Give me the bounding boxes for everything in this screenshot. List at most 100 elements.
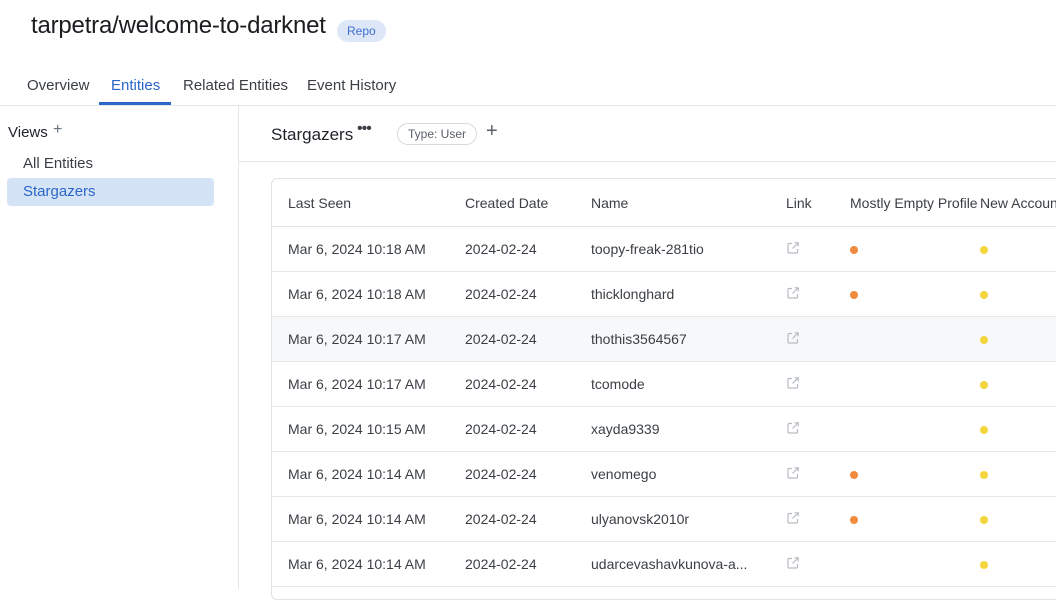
- cell-last-seen: Mar 6, 2024 10:18 AM: [272, 226, 465, 272]
- yellow-dot-icon: [980, 291, 988, 299]
- sidebar-item-all-entities[interactable]: All Entities: [7, 150, 214, 178]
- cell-last-seen: Mar 6, 2024 10:17 AM: [272, 361, 465, 407]
- cell-mostly-empty-profile: [850, 226, 980, 272]
- cell-new-account: [980, 406, 1056, 452]
- cell-link: [786, 226, 850, 272]
- view-toolbar: Stargazers ••• Type: User +: [239, 106, 1056, 162]
- orange-dot-icon: [850, 516, 858, 524]
- external-link-icon[interactable]: [786, 376, 800, 393]
- cell-new-account: [980, 226, 1056, 272]
- orange-dot-icon: [850, 246, 858, 254]
- table-row[interactable]: Mar 6, 2024 10:14 AM 2024-02-24 venomego: [272, 451, 1056, 497]
- view-title: Stargazers: [271, 125, 354, 144]
- cell-last-seen: Mar 6, 2024 10:17 AM: [272, 316, 465, 362]
- cell-mostly-empty-profile: [850, 496, 980, 542]
- yellow-dot-icon: [980, 561, 988, 569]
- page-title: tarpetra/welcome-to-darknet: [31, 12, 326, 39]
- cell-link: [786, 271, 850, 317]
- cell-new-account: [980, 451, 1056, 497]
- yellow-dot-icon: [980, 336, 988, 344]
- active-tab-indicator: [99, 102, 171, 105]
- cell-name[interactable]: toopy-freak-281tio: [591, 226, 786, 272]
- column-header-link[interactable]: Link: [786, 179, 850, 227]
- ellipsis-icon[interactable]: •••: [357, 120, 372, 138]
- cell-mostly-empty-profile: [850, 361, 980, 407]
- tab-entities[interactable]: Entities: [111, 77, 160, 94]
- cell-link: [786, 451, 850, 497]
- cell-last-seen: Mar 6, 2024 10:15 AM: [272, 406, 465, 452]
- external-link-icon[interactable]: [786, 241, 800, 258]
- cell-name[interactable]: xayda9339: [591, 406, 786, 452]
- cell-mostly-empty-profile: [850, 451, 980, 497]
- yellow-dot-icon: [980, 246, 988, 254]
- column-header-mostly-empty-profile[interactable]: Mostly Empty Profile: [850, 179, 980, 227]
- repo-badge: Repo: [337, 20, 386, 42]
- yellow-dot-icon: [980, 516, 988, 524]
- filter-chip[interactable]: Type: User: [397, 123, 478, 145]
- cell-new-account: [980, 496, 1056, 542]
- table-row[interactable]: Mar 6, 2024 10:15 AM 2024-02-24 xayda9339: [272, 406, 1056, 452]
- cell-created-date: 2024-02-24: [465, 226, 591, 272]
- tab-event-history[interactable]: Event History: [307, 77, 396, 94]
- external-link-icon[interactable]: [786, 286, 800, 303]
- cell-mostly-empty-profile: [850, 271, 980, 317]
- external-link-icon[interactable]: [786, 511, 800, 528]
- cell-name[interactable]: venomego: [591, 451, 786, 497]
- tab-bar: Overview Entities Related Entities Event…: [0, 68, 1056, 106]
- cell-created-date: 2024-02-24: [465, 451, 591, 497]
- table-row[interactable]: Mar 6, 2024 10:14 AM 2024-02-24 ulyanovsk2…: [272, 496, 1056, 542]
- cell-created-date: 2024-02-24: [465, 316, 591, 362]
- table-row[interactable]: Mar 6, 2024 10:18 AM 2024-02-24 toopy-frea…: [272, 226, 1056, 272]
- table-row[interactable]: Mar 6, 2024 10:18 AM 2024-02-24 thicklongh…: [272, 271, 1056, 317]
- table-row[interactable]: Mar 6, 2024 10:17 AM 2024-02-24 tcomode: [272, 361, 1056, 407]
- views-sidebar: Views + All Entities Stargazers: [0, 106, 239, 589]
- cell-link: [786, 496, 850, 542]
- external-link-icon[interactable]: [786, 556, 800, 573]
- cell-link: [786, 541, 850, 587]
- views-heading: Views: [8, 124, 48, 141]
- entities-table: Last Seen Created Date Name Link Mostly …: [271, 178, 1056, 600]
- cell-last-seen: Mar 6, 2024 10:14 AM: [272, 496, 465, 542]
- table-row[interactable]: Mar 6, 2024 10:17 AM 2024-02-24 thothis356…: [272, 316, 1056, 362]
- cell-name[interactable]: thothis3564567: [591, 316, 786, 362]
- cell-name[interactable]: ulyanovsk2010r: [591, 496, 786, 542]
- sidebar-item-stargazers[interactable]: Stargazers: [7, 178, 214, 206]
- tab-related-entities[interactable]: Related Entities: [183, 77, 288, 94]
- cell-name[interactable]: udarcevashavkunova-a...: [591, 541, 786, 587]
- external-link-icon[interactable]: [786, 331, 800, 348]
- plus-icon[interactable]: +: [53, 121, 62, 139]
- cell-new-account: [980, 316, 1056, 362]
- cell-created-date: 2024-02-24: [465, 361, 591, 407]
- cell-last-seen: Mar 6, 2024 10:14 AM: [272, 451, 465, 497]
- yellow-dot-icon: [980, 471, 988, 479]
- cell-mostly-empty-profile: [850, 406, 980, 452]
- tab-overview[interactable]: Overview: [27, 77, 90, 94]
- column-header-created-date[interactable]: Created Date: [465, 179, 591, 227]
- table-header-row: Last Seen Created Date Name Link Mostly …: [272, 179, 1056, 227]
- column-header-name[interactable]: Name: [591, 179, 786, 227]
- external-link-icon[interactable]: [786, 421, 800, 438]
- orange-dot-icon: [850, 471, 858, 479]
- cell-link: [786, 361, 850, 407]
- cell-new-account: [980, 361, 1056, 407]
- yellow-dot-icon: [980, 381, 988, 389]
- cell-new-account: [980, 271, 1056, 317]
- cell-mostly-empty-profile: [850, 541, 980, 587]
- orange-dot-icon: [850, 291, 858, 299]
- cell-created-date: 2024-02-24: [465, 406, 591, 452]
- external-link-icon[interactable]: [786, 466, 800, 483]
- cell-link: [786, 406, 850, 452]
- cell-name[interactable]: thicklonghard: [591, 271, 786, 317]
- cell-name[interactable]: tcomode: [591, 361, 786, 407]
- cell-mostly-empty-profile: [850, 316, 980, 362]
- plus-icon[interactable]: +: [486, 120, 498, 143]
- cell-new-account: [980, 541, 1056, 587]
- cell-created-date: 2024-02-24: [465, 271, 591, 317]
- column-header-last-seen[interactable]: Last Seen: [272, 179, 465, 227]
- cell-last-seen: Mar 6, 2024 10:14 AM: [272, 541, 465, 587]
- cell-link: [786, 316, 850, 362]
- table-row[interactable]: Mar 6, 2024 10:14 AM 2024-02-24 udarcevash…: [272, 541, 1056, 587]
- yellow-dot-icon: [980, 426, 988, 434]
- cell-last-seen: Mar 6, 2024 10:18 AM: [272, 271, 465, 317]
- column-header-new-account[interactable]: New Account: [980, 179, 1056, 227]
